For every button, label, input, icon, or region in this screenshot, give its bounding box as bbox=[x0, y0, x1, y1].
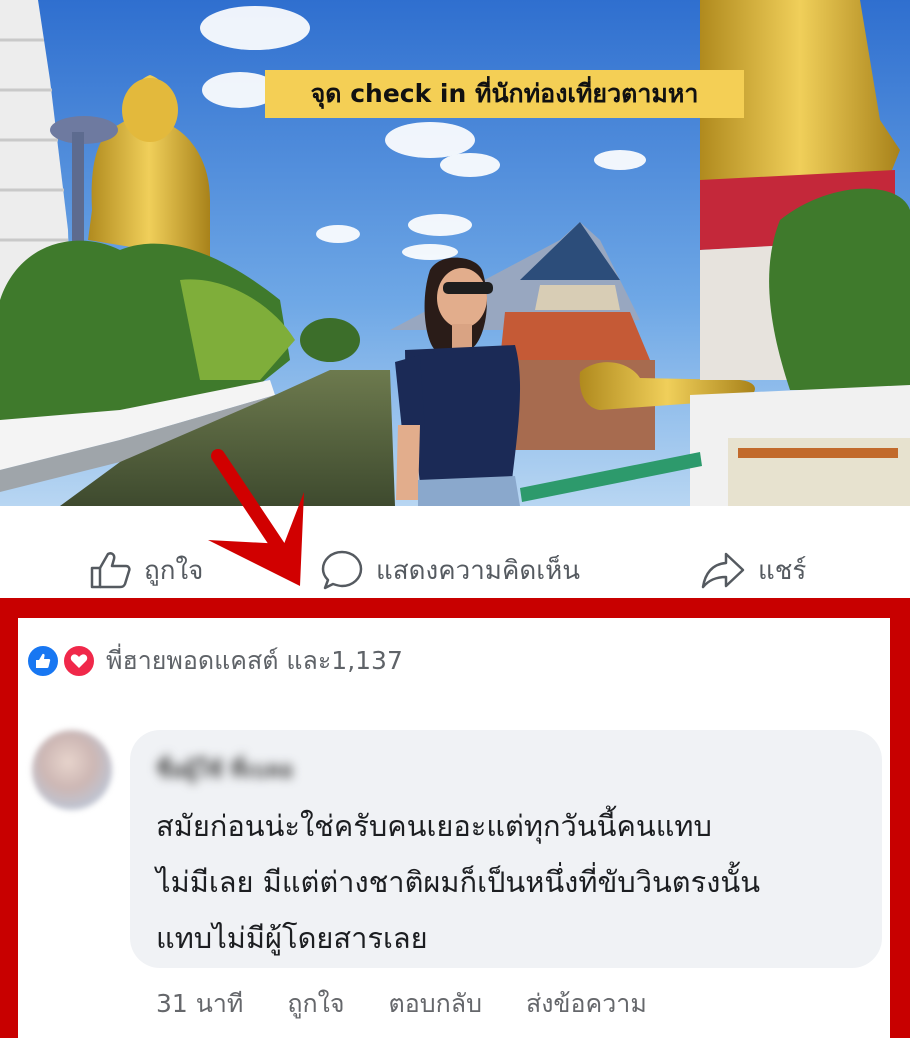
like-reaction-icon bbox=[26, 644, 60, 678]
comment-line: ไม่มีเลย มีแต่ต่างชาติผมก็เป็นหนึ่งที่ขั… bbox=[156, 865, 761, 899]
commenter-name[interactable]: ชื่อผู้ใช้ ที่เบลอ bbox=[156, 752, 376, 783]
reactions-text: พี่ฮายพอดแคสต์ และ1,137 bbox=[106, 646, 403, 675]
reactions-summary[interactable]: พี่ฮายพอดแคสต์ และ1,137 bbox=[26, 644, 403, 678]
red-arrow-icon bbox=[208, 449, 304, 586]
share-label: แชร์ bbox=[758, 555, 807, 586]
comment-section: พี่ฮายพอดแคสต์ และ1,137 ชื่อผู้ใช้ ที่เบ… bbox=[18, 618, 890, 1038]
highlight-frame: พี่ฮายพอดแคสต์ และ1,137 ชื่อผู้ใช้ ที่เบ… bbox=[0, 598, 910, 1038]
comment-like-button[interactable]: ถูกใจ bbox=[287, 984, 344, 1024]
like-button[interactable]: ถูกใจ bbox=[88, 550, 203, 590]
like-label: ถูกใจ bbox=[144, 555, 204, 586]
comment-message-button[interactable]: ส่งข้อความ bbox=[526, 984, 647, 1024]
love-reaction-icon bbox=[62, 644, 96, 678]
comment-line: แทบไม่มีผู้โดยสารเลย bbox=[156, 921, 428, 955]
comment-meta: 31 นาที ถูกใจ ตอบกลับ ส่งข้อความ bbox=[156, 984, 691, 1024]
comment-text: สมัยก่อนน่ะใช่ครับคนเยอะแต่ทุกวันนี้คนแท… bbox=[156, 798, 866, 966]
comment-bubble-icon bbox=[320, 549, 364, 591]
thumbs-up-icon bbox=[88, 550, 132, 590]
comment-timestamp[interactable]: 31 นาที bbox=[156, 984, 243, 1024]
post-action-bar: ถูกใจ แสดงความคิดเห็น แชร์ bbox=[0, 506, 910, 598]
share-button[interactable]: แชร์ bbox=[700, 550, 806, 590]
comment-button[interactable]: แสดงความคิดเห็น bbox=[320, 550, 580, 590]
comment-bubble: ชื่อผู้ใช้ ที่เบลอ สมัยก่อนน่ะใช่ครับคนเ… bbox=[130, 730, 882, 968]
post-photo[interactable]: จุด check in ที่นักท่องเที่ยวตามหา bbox=[0, 0, 910, 506]
comment-line: สมัยก่อนน่ะใช่ครับคนเยอะแต่ทุกวันนี้คนแท… bbox=[156, 809, 712, 843]
share-arrow-icon bbox=[700, 550, 746, 590]
comment-reply-button[interactable]: ตอบกลับ bbox=[389, 984, 482, 1024]
photo-caption: จุด check in ที่นักท่องเที่ยวตามหา bbox=[265, 70, 744, 118]
commenter-avatar[interactable] bbox=[32, 730, 112, 810]
reaction-icons bbox=[26, 644, 100, 678]
comment-label: แสดงความคิดเห็น bbox=[376, 555, 581, 586]
